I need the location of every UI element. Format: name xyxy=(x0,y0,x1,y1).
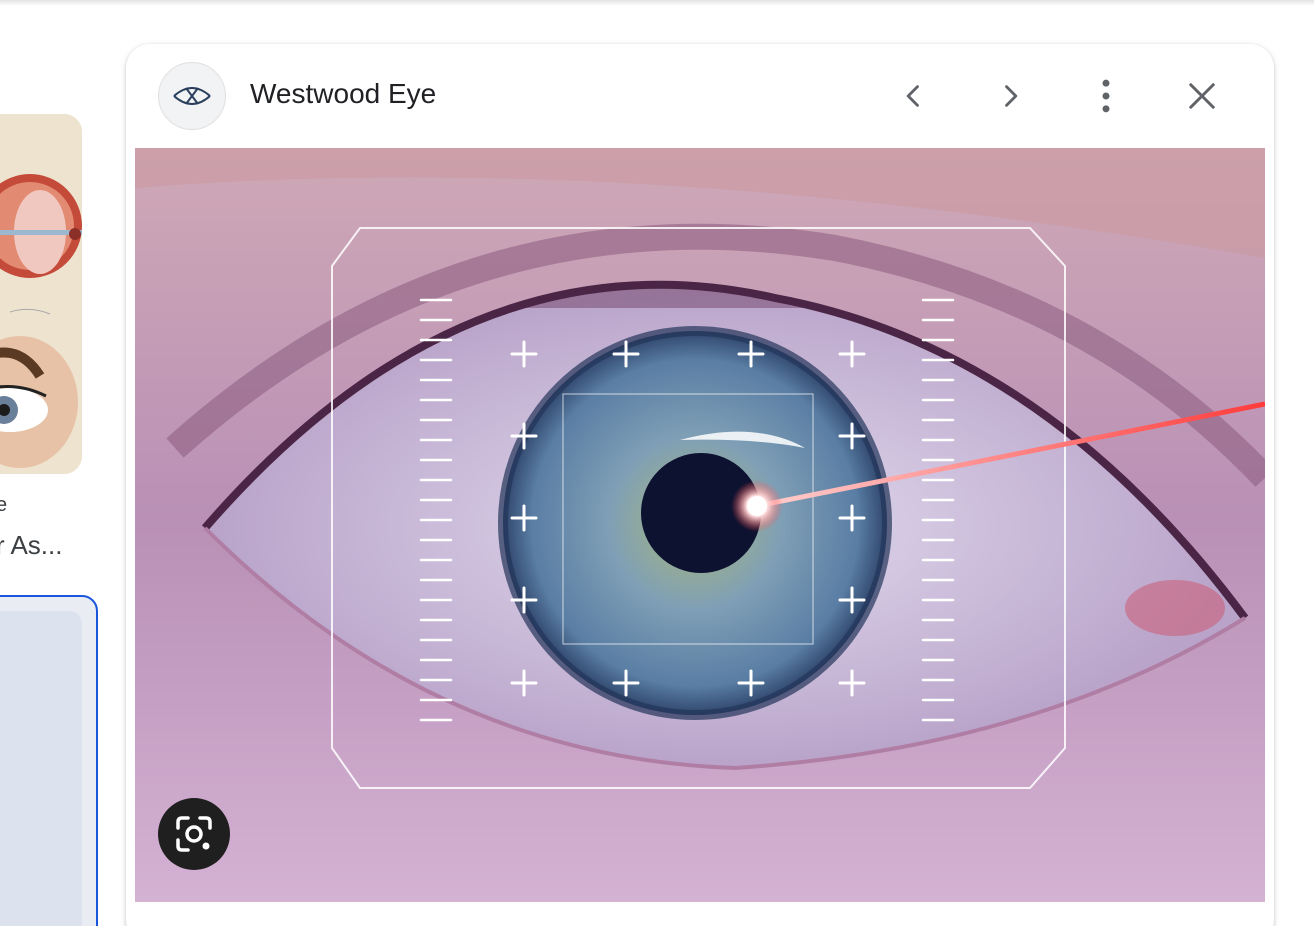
top-divider xyxy=(0,0,1314,6)
google-lens-icon xyxy=(176,816,212,852)
chevron-left-icon xyxy=(906,85,919,107)
close-preview-button[interactable] xyxy=(1174,68,1230,124)
chevron-right-icon xyxy=(1005,85,1018,107)
selected-result-card[interactable] xyxy=(0,595,98,926)
result-thumbnail-eye-anatomy[interactable] xyxy=(0,114,82,474)
next-image-button[interactable] xyxy=(982,68,1038,124)
westwood-eye-logo-icon xyxy=(173,87,211,105)
result-title-text[interactable]: r As... xyxy=(0,530,62,561)
source-site-name[interactable]: Westwood Eye xyxy=(250,78,436,110)
more-vert-icon xyxy=(1102,79,1110,113)
image-preview-panel: Westwood Eye xyxy=(126,44,1274,926)
preview-image[interactable] xyxy=(135,148,1265,902)
result-source-text[interactable]: e xyxy=(0,494,7,517)
google-lens-button[interactable] xyxy=(158,798,230,870)
previous-image-button[interactable] xyxy=(886,68,942,124)
source-site-icon[interactable] xyxy=(158,62,226,130)
selected-result-thumbnail xyxy=(0,611,82,926)
eye-laser-targeting-photo xyxy=(135,148,1265,902)
eye-anatomy-illustration xyxy=(0,114,82,474)
close-icon xyxy=(1189,83,1215,109)
more-options-button[interactable] xyxy=(1078,68,1134,124)
